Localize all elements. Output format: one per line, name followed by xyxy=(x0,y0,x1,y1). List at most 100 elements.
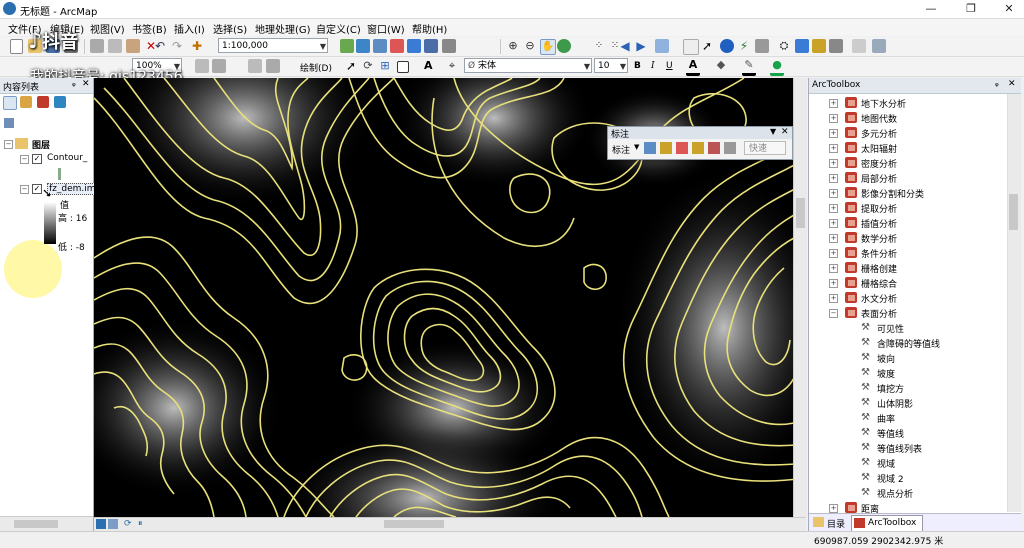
layout-page-icon[interactable] xyxy=(266,59,280,73)
list-by-visibility-icon[interactable] xyxy=(37,96,49,108)
pin-icon[interactable]: ᵩ xyxy=(995,79,999,89)
tool-row[interactable]: ⚒ 等值线 xyxy=(809,425,1005,440)
back-extent-icon[interactable]: ◀ xyxy=(618,39,632,53)
toolset-row[interactable]: + 水文分析 xyxy=(809,290,1005,305)
edit-vertices-icon[interactable]: ⌖ xyxy=(445,59,459,73)
toolset-row[interactable]: + 太阳辐射 xyxy=(809,140,1005,155)
options-icon[interactable] xyxy=(4,118,14,128)
close-panel-icon[interactable]: ✕ xyxy=(82,79,90,89)
tool-row[interactable]: ⚒ 曲率 xyxy=(809,410,1005,425)
expand-icon[interactable]: + xyxy=(829,144,838,153)
menu-customize[interactable]: 自定义(C) xyxy=(316,21,361,36)
expand-icon[interactable]: + xyxy=(829,504,838,513)
toolset-row[interactable]: + 局部分析 xyxy=(809,170,1005,185)
lock-labels-icon[interactable] xyxy=(692,142,704,154)
tool-row[interactable]: ⚒ 视域 xyxy=(809,455,1005,470)
toolset-row[interactable]: − 表面分析 xyxy=(809,305,1005,320)
expand-icon[interactable]: + xyxy=(829,219,838,228)
expand-icon[interactable]: + xyxy=(829,99,838,108)
tab-catalog[interactable]: 目录 xyxy=(827,517,845,530)
expand-icon[interactable]: + xyxy=(829,279,838,288)
rectangle-icon[interactable] xyxy=(397,61,409,73)
close-toolbar-icon[interactable]: ✕ xyxy=(781,127,789,137)
collapse-icon[interactable]: − xyxy=(4,140,13,149)
editor-toolbar-icon[interactable] xyxy=(340,39,354,53)
toolset-row[interactable]: + 栅格综合 xyxy=(809,275,1005,290)
scrollbar-thumb[interactable] xyxy=(14,520,58,528)
label-manager-icon[interactable] xyxy=(644,142,656,154)
search-window-icon[interactable] xyxy=(424,39,438,53)
toolset-row[interactable]: + 地图代数 xyxy=(809,110,1005,125)
select-elements-icon[interactable]: ➚ xyxy=(344,59,358,73)
font-name-combo[interactable]: Ø 宋体 ▼ xyxy=(464,58,592,73)
menu-windows[interactable]: 窗口(W) xyxy=(367,21,405,36)
map-scale-combo[interactable]: 1:100,000 ▼ xyxy=(218,38,328,53)
fixed-zoom-in-icon[interactable]: ⁘ xyxy=(592,39,606,53)
list-by-drawing-order-icon[interactable] xyxy=(3,96,17,110)
menu-bookmarks[interactable]: 书签(B) xyxy=(132,21,167,36)
expand-icon[interactable]: + xyxy=(829,294,838,303)
full-extent-globe-icon[interactable] xyxy=(557,39,571,53)
cut-icon[interactable] xyxy=(90,39,104,53)
scrollbar-thumb[interactable] xyxy=(384,520,444,528)
tool-row[interactable]: ⚒ 视域 2 xyxy=(809,470,1005,485)
tab-arctoolbox[interactable]: ArcToolbox xyxy=(851,515,923,532)
menu-selection[interactable]: 选择(S) xyxy=(213,21,247,36)
menu-view[interactable]: 视图(V) xyxy=(90,21,125,36)
view-unplaced-labels-icon[interactable] xyxy=(724,142,736,154)
add-data-icon[interactable]: ✚ xyxy=(190,39,204,53)
tool-row[interactable]: ⚒ 可见性 xyxy=(809,320,1005,335)
expand-icon[interactable]: + xyxy=(829,174,838,183)
pin-icon[interactable]: ᵩ xyxy=(72,79,76,89)
create-viewer-window-icon[interactable] xyxy=(872,39,886,53)
tool-row[interactable]: ⚒ 填挖方 xyxy=(809,380,1005,395)
expand-icon[interactable]: + xyxy=(829,204,838,213)
scrollbar-thumb[interactable] xyxy=(796,198,805,228)
maximize-button[interactable]: ❐ xyxy=(958,1,984,17)
layout-zoom-icon[interactable] xyxy=(212,59,226,73)
data-view-icon[interactable] xyxy=(96,519,106,529)
expand-icon[interactable]: + xyxy=(829,264,838,273)
expand-icon[interactable]: + xyxy=(829,129,838,138)
find-binoculars-icon[interactable]: ⛭ xyxy=(777,39,791,53)
close-panel-icon[interactable]: ✕ xyxy=(1008,79,1016,89)
marker-color-icon[interactable]: ● xyxy=(770,59,784,76)
expand-icon[interactable]: + xyxy=(829,159,838,168)
layout-pan-icon[interactable] xyxy=(195,59,209,73)
toolbox-vertical-scrollbar[interactable] xyxy=(1007,94,1021,512)
map-vertical-scrollbar[interactable] xyxy=(793,78,807,517)
map-horizontal-scrollbar[interactable]: ⟳ ⏸ xyxy=(94,517,806,531)
labeling-menu[interactable]: 标注 xyxy=(612,143,630,156)
identify-icon[interactable] xyxy=(720,39,734,53)
zoom-in-icon[interactable]: ⊕ xyxy=(506,39,520,53)
rotate-icon[interactable]: ⟳ xyxy=(361,59,375,73)
bold-button[interactable]: B xyxy=(634,61,641,71)
underline-button[interactable]: U xyxy=(666,61,673,71)
draw-menu[interactable]: 绘制(D) xyxy=(300,61,332,74)
find-route-icon[interactable] xyxy=(795,39,809,53)
pan-hand-icon[interactable]: ✋ xyxy=(540,39,556,55)
list-by-selection-icon[interactable] xyxy=(54,96,66,108)
zoom-out-icon[interactable]: ⊖ xyxy=(523,39,537,53)
tool-row[interactable]: ⚒ 视点分析 xyxy=(809,485,1005,500)
toolset-row[interactable]: + 条件分析 xyxy=(809,245,1005,260)
toolset-row[interactable]: + 提取分析 xyxy=(809,200,1005,215)
redo-icon[interactable]: ↷ xyxy=(170,39,184,53)
tool-row[interactable]: ⚒ 等值线列表 xyxy=(809,440,1005,455)
toolset-row[interactable]: + 影像分割和分类 xyxy=(809,185,1005,200)
model-builder-icon[interactable] xyxy=(442,39,456,53)
label-weights-icon[interactable] xyxy=(676,142,688,154)
go-to-xy-icon[interactable] xyxy=(812,39,826,53)
time-slider-icon[interactable] xyxy=(852,39,866,53)
layer-contour[interactable]: Contour_ xyxy=(47,153,87,163)
forward-extent-icon[interactable]: ▶ xyxy=(634,39,648,53)
list-by-source-icon[interactable] xyxy=(20,96,32,108)
tool-row[interactable]: ⚒ 坡度 xyxy=(809,365,1005,380)
clear-selection-icon[interactable] xyxy=(683,39,699,55)
select-features-icon[interactable] xyxy=(655,39,669,53)
tool-row[interactable]: ⚒ 山体阴影 xyxy=(809,395,1005,410)
menu-geoprocessing[interactable]: 地理处理(G) xyxy=(255,21,311,36)
layer-visibility-checkbox[interactable]: ✓ xyxy=(32,184,42,194)
copy-icon[interactable] xyxy=(108,39,122,53)
select-elements-arrow-icon[interactable]: ➚ xyxy=(700,39,714,53)
